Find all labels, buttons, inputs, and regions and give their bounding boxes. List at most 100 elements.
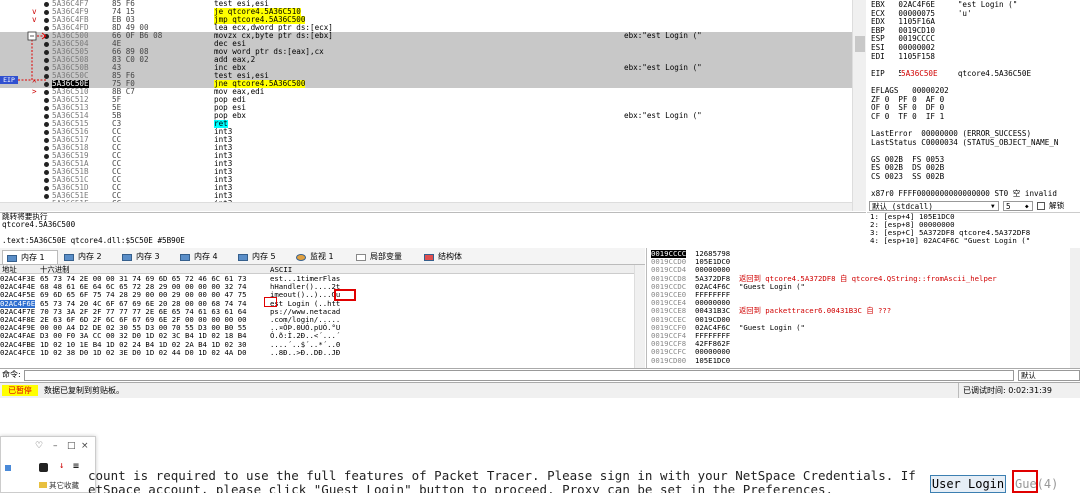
disasm-row[interactable]: 5A36C514 5B pop ebx ebx:"est Login (" xyxy=(0,112,852,120)
tab-4[interactable]: 内存 4 xyxy=(176,250,232,264)
stack-scrollbar[interactable] xyxy=(1070,248,1080,368)
browser-window[interactable]: ♡ – □ × ↓ ≡ 其它收藏 xyxy=(0,436,96,493)
disasm-row[interactable]: 5A36C51A CC int3 xyxy=(0,160,852,168)
tab-label: 内存 3 xyxy=(136,252,160,261)
breakpoint-dot[interactable] xyxy=(44,194,49,199)
stack-row[interactable]: 0019CD00 105E1DC0 xyxy=(649,356,1069,365)
col-address: 地址 xyxy=(2,265,17,274)
dump-row[interactable]: 02AC4FCE 1D 02 38 D0 1D 02 3E D0 1D 02 44… xyxy=(0,347,634,357)
tab-6[interactable]: 监视 1 xyxy=(292,250,350,264)
breakpoint-dot[interactable] xyxy=(44,90,49,95)
tab-8[interactable]: 结构体 xyxy=(420,250,480,264)
status-bar: 已暂停 数据已复制到剪贴板。 已调试时间: 0:02:31:39 xyxy=(0,382,1080,398)
disasm-row[interactable]: 5A36C51E CC int3 xyxy=(0,192,852,200)
breakpoint-dot[interactable] xyxy=(44,106,49,111)
info-line: 跳转将要执行 xyxy=(2,212,48,221)
breakpoint-dot[interactable] xyxy=(44,2,49,7)
command-bar: 命令: 默认 xyxy=(0,368,1080,381)
col-ascii: ASCII xyxy=(270,265,293,274)
jump-arrows xyxy=(18,31,47,81)
tab-label: 内存 2 xyxy=(78,252,102,261)
favorite-icon[interactable]: ♡ xyxy=(35,441,43,451)
stack-comment: "Guest Login (" xyxy=(739,281,805,291)
locals-icon xyxy=(356,254,366,261)
disasm-row[interactable]: 5A36C513 5E pop esi xyxy=(0,104,852,112)
callconv-select[interactable]: 默认 (stdcall) xyxy=(869,201,999,211)
stack-args-pane[interactable]: 1: [esp+4] 105E1DC0 2: [esp+8] 00000000 3:… xyxy=(867,212,1080,248)
stack-arg-row[interactable]: 4: [esp+10] 02AC4F6C "Guest Login (" xyxy=(867,237,1080,245)
command-mode-select[interactable]: 默认 xyxy=(1018,370,1080,381)
breakpoint-dot[interactable] xyxy=(44,154,49,159)
unlock-checkbox[interactable] xyxy=(1037,202,1045,210)
disasm-row[interactable]: 5A36C518 CC int3 xyxy=(0,144,852,152)
breakpoint-dot[interactable] xyxy=(44,130,49,135)
download-icon[interactable]: ↓ xyxy=(59,461,64,471)
breakpoint-dot[interactable] xyxy=(44,122,49,127)
tab-2[interactable]: 内存 2 xyxy=(60,250,116,264)
tab-7[interactable]: 局部变量 xyxy=(352,250,418,264)
breakpoint-dot[interactable] xyxy=(44,178,49,183)
memory-icon xyxy=(238,254,248,261)
memory-icon xyxy=(64,254,74,261)
command-label: 命令: xyxy=(2,370,21,379)
breakpoint-dot[interactable] xyxy=(44,162,49,167)
disasm-row[interactable]: 5A36C51B CC int3 xyxy=(0,168,852,176)
disasm-row[interactable]: 5A36C519 CC int3 xyxy=(0,152,852,160)
dump-header: 地址 十六进制 ASCII xyxy=(0,265,645,274)
tab-1[interactable]: 内存 1 xyxy=(2,250,58,264)
extension-icon[interactable] xyxy=(39,463,48,472)
breakpoint-dot[interactable] xyxy=(44,18,49,23)
message-line-1: count is required to use the full featur… xyxy=(88,468,916,483)
dump-address: 02AC4FCE xyxy=(0,347,36,357)
register-row[interactable]: EDI 1105F158 xyxy=(871,52,935,61)
maximize-icon[interactable]: □ xyxy=(67,441,76,451)
breakpoint-dot[interactable] xyxy=(44,114,49,119)
apps-icon[interactable] xyxy=(5,465,11,471)
disasm-row[interactable]: 5A36C516 CC int3 xyxy=(0,128,852,136)
dump-hex: 1D 02 38 D0 1D 02 3E D0 1D 02 44 D0 1D 0… xyxy=(40,347,247,357)
disasm-row[interactable]: 5A36C51D CC int3 xyxy=(0,184,852,192)
memory-dump[interactable]: 地址 十六进制 ASCII 02AC4F3E 65 73 74 2E 00 00 … xyxy=(0,265,645,368)
menu-icon[interactable]: ≡ xyxy=(73,461,79,472)
breakpoint-dot[interactable] xyxy=(44,170,49,175)
scroll-thumb[interactable] xyxy=(855,36,865,52)
disasm-row[interactable]: 5A36C515 C3 ret xyxy=(0,120,852,128)
dump-tabs: 内存 1 内存 2 内存 3 内存 4 内存 5 监视 1 局部变量 结构体 xyxy=(0,248,645,265)
disasm-row[interactable]: 5A36C51C CC int3 xyxy=(0,176,852,184)
disasm-row[interactable]: >5A36C510 8B C7 mov eax,edi xyxy=(0,88,852,96)
disasm-row[interactable]: 5A36C517 CC int3 xyxy=(0,136,852,144)
tab-3[interactable]: 内存 3 xyxy=(118,250,174,264)
disassembly-pane[interactable]: 5A36C4F7 85 F6 test esi,esi v 5A36C4F9 74 15 j… xyxy=(0,0,866,211)
register-row[interactable]: CS 0023 SS 002B xyxy=(871,172,944,181)
dump-scrollbar[interactable] xyxy=(634,265,645,368)
register-row[interactable]: CF 0 TF 0 IF 1 xyxy=(871,112,944,121)
disasm-scrollbar[interactable] xyxy=(852,0,866,211)
stack-pane[interactable]: 0019CCCC 12685798 0019CCD0 105E1DC0 0019CCD4… xyxy=(646,248,1080,368)
user-login-button[interactable]: User Login xyxy=(930,475,1006,493)
disasm-row[interactable]: 5A36C500 66 0F B6 08 movzx cx,byte ptr ds:… xyxy=(0,32,852,40)
breakpoint-dot[interactable] xyxy=(44,10,49,15)
disasm-row[interactable]: 5A36C508 83 C0 02 add eax,2 xyxy=(0,56,852,64)
struct-icon xyxy=(424,254,434,261)
info-pane: 跳转将要执行 qtcore4.5A36C500 .text:5A36C50E qtc… xyxy=(0,212,866,248)
registers-pane[interactable]: EBX 02AC4F6E "est Login (" ECX 00000075 '… xyxy=(867,0,1080,200)
register-row[interactable]: EIP 5A36C50E qtcore4.5A36C50E xyxy=(871,69,1031,78)
breakpoint-dot[interactable] xyxy=(44,146,49,151)
breakpoint-dot[interactable] xyxy=(44,186,49,191)
disasm-hscrollbar[interactable] xyxy=(0,202,852,211)
bookmarks-folder[interactable]: 其它收藏 xyxy=(49,480,79,491)
stack-comment: 返回到 packettracer6.00431B3C 自 ??? xyxy=(739,306,892,316)
minimize-icon[interactable]: – xyxy=(53,441,58,451)
tab-5[interactable]: 内存 5 xyxy=(234,250,290,264)
register-row[interactable]: x87r0 FFFF0000000000000000 ST0 空 invalid xyxy=(871,189,1057,198)
close-icon[interactable]: × xyxy=(81,441,89,451)
breakpoint-dot[interactable] xyxy=(44,138,49,143)
instruction-comment: ebx:"est Login (" xyxy=(624,111,702,120)
login-message: count is required to use the full featur… xyxy=(88,468,916,493)
callconv-bar: 默认 (stdcall) ▼ 5 ◆ 解锁 xyxy=(867,200,1080,212)
disasm-row[interactable]: 5A36C512 5F pop edi xyxy=(0,96,852,104)
instruction-comment: ebx:"est Login (" xyxy=(624,63,702,72)
register-row[interactable]: LastStatus C0000034 (STATUS_OBJECT_NAME_… xyxy=(871,138,1058,147)
breakpoint-dot[interactable] xyxy=(44,98,49,103)
command-input[interactable] xyxy=(24,370,1014,381)
